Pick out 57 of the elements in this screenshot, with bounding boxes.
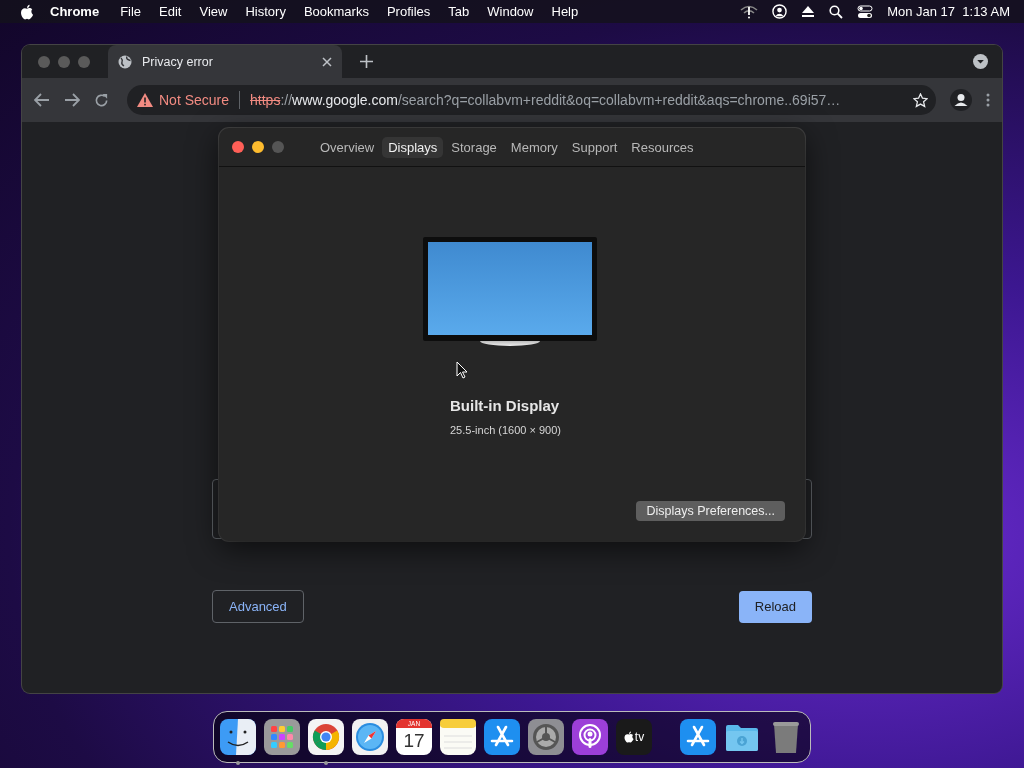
finder-icon[interactable]: [220, 719, 256, 755]
menu-bar-clock[interactable]: Mon Jan 17 1:13 AM: [887, 4, 1010, 19]
chrome-icon[interactable]: [308, 719, 344, 755]
menu-item[interactable]: Bookmarks: [294, 4, 378, 19]
window-tab[interactable]: Memory: [504, 136, 564, 158]
display-name: Built-in Display: [450, 397, 561, 414]
compass-icon[interactable]: [352, 719, 388, 755]
menu-item[interactable]: View: [190, 4, 237, 19]
menu-item[interactable]: Tab: [439, 4, 479, 19]
back-icon[interactable]: [34, 93, 50, 107]
wifi-icon[interactable]: [740, 4, 759, 19]
new-tab-icon[interactable]: [360, 55, 373, 68]
menu-item[interactable]: File: [111, 4, 151, 19]
reload-button[interactable]: Reload: [738, 590, 812, 623]
launchpad-icon[interactable]: [264, 719, 300, 755]
security-label[interactable]: Not Secure: [159, 92, 230, 108]
warning-icon: [137, 93, 153, 107]
gear-icon[interactable]: [528, 719, 564, 755]
window-tab[interactable]: Overview: [314, 136, 381, 158]
eject-icon[interactable]: [801, 5, 816, 18]
display-spec: 25.5-inch (1600 × 900): [450, 424, 562, 436]
podcast-icon[interactable]: [572, 719, 608, 755]
address-bar[interactable]: Not Secure https://www.google.com/search?q=collabvm+reddit&oq=collabvm+reddit&aqs=chrome..69i57…: [127, 85, 936, 115]
window-tab[interactable]: Storage: [445, 136, 503, 158]
close-icon[interactable]: [322, 56, 332, 67]
menu-item[interactable]: Help: [542, 4, 588, 19]
close-button[interactable]: [232, 141, 244, 153]
menu-item[interactable]: Window: [478, 4, 543, 19]
menu-item[interactable]: Profiles: [377, 4, 440, 19]
profile-icon[interactable]: [950, 89, 972, 111]
menu-item[interactable]: History: [236, 4, 295, 19]
app-store-icon[interactable]: [680, 719, 716, 755]
window-tab[interactable]: Resources: [625, 136, 700, 158]
globe-icon: [118, 54, 132, 69]
tab-title: Privacy error: [142, 54, 214, 69]
reload-icon[interactable]: [94, 92, 109, 108]
menu-icon[interactable]: [986, 93, 990, 107]
menu-item[interactable]: Edit: [150, 4, 191, 19]
cursor-icon: [456, 361, 468, 379]
tv-icon[interactable]: tv: [616, 719, 652, 755]
minimize-button[interactable]: [252, 141, 264, 153]
displays-preferences-button[interactable]: Displays Preferences...: [636, 501, 785, 521]
notes-icon[interactable]: [440, 719, 476, 755]
user-icon[interactable]: [772, 4, 788, 19]
forward-icon[interactable]: [64, 93, 80, 107]
apple-logo-icon[interactable]: [20, 3, 34, 20]
browser-tab[interactable]: Privacy error: [108, 45, 342, 78]
app-menu[interactable]: Chrome: [34, 4, 112, 19]
search-icon[interactable]: [829, 4, 844, 19]
window-tab[interactable]: Displays: [382, 136, 444, 158]
advanced-button[interactable]: Advanced: [212, 590, 304, 623]
app-store-icon[interactable]: [484, 719, 520, 755]
window-tab[interactable]: Support: [565, 136, 624, 158]
tab-search-icon[interactable]: [973, 54, 988, 69]
url-text: https://www.google.com/search?q=collabvm+reddit&oq=collabvm+reddit&aqs=chrome..69i57…: [250, 92, 841, 108]
toggle-icon[interactable]: [857, 4, 874, 19]
star-icon[interactable]: [913, 92, 928, 108]
